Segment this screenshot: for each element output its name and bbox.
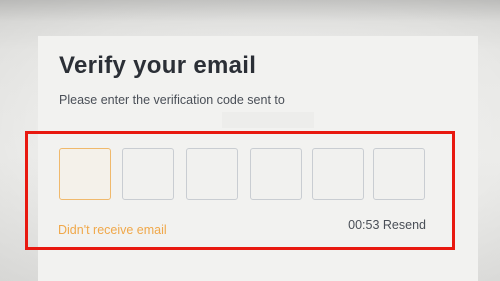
code-digit-6[interactable] (373, 148, 425, 200)
didnt-receive-email-link[interactable]: Didn't receive email (58, 223, 167, 237)
code-digit-4[interactable] (250, 148, 302, 200)
code-digit-5[interactable] (312, 148, 364, 200)
resend-row: 00:53 Resend (318, 218, 426, 232)
countdown-timer: 00:53 (348, 218, 380, 232)
screen-edge-shadow (0, 0, 500, 22)
code-digit-1[interactable] (59, 148, 111, 200)
email-address-redacted (222, 112, 314, 128)
code-digit-3[interactable] (186, 148, 238, 200)
code-digit-2[interactable] (122, 148, 174, 200)
page-title: Verify your email (59, 52, 257, 79)
resend-button[interactable]: Resend (383, 218, 426, 232)
instruction-text: Please enter the verification code sent … (59, 93, 285, 107)
